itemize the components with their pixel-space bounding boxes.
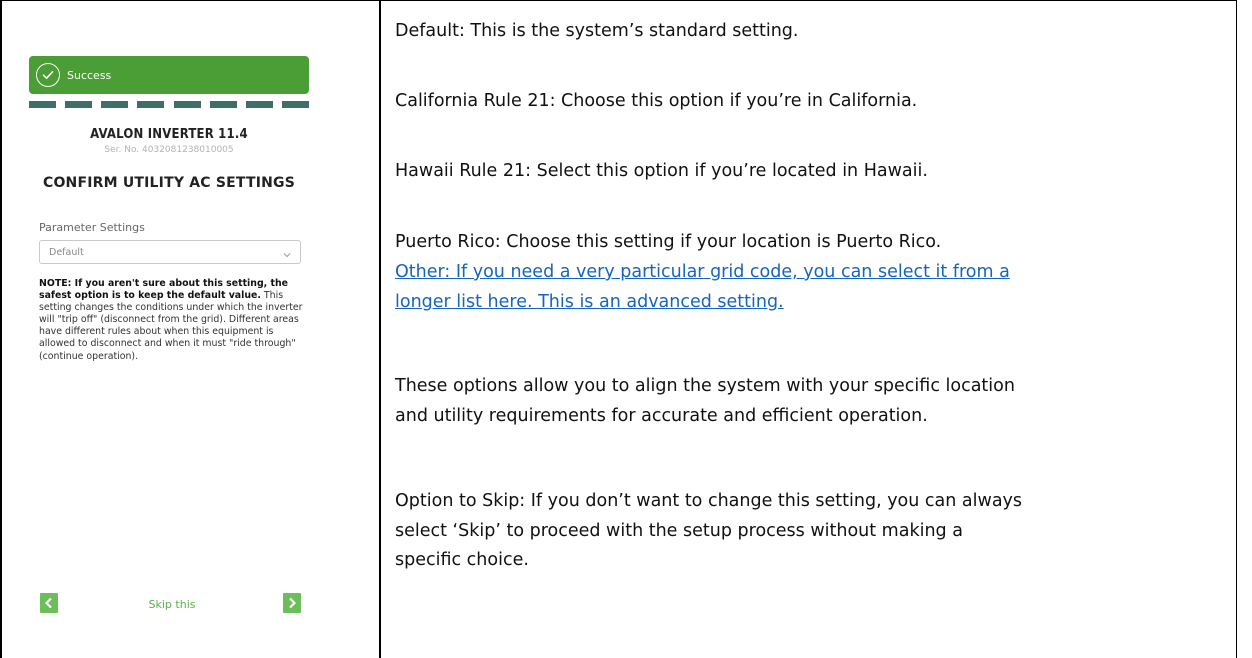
progress-dash <box>29 101 56 108</box>
check-circle-icon <box>36 63 60 87</box>
progress-dashes <box>29 101 309 109</box>
skip-description-line-1: Option to Skip: If you don’t want to cha… <box>395 491 1023 511</box>
next-button[interactable] <box>283 593 301 613</box>
skip-button[interactable]: Skip this <box>122 598 222 611</box>
default-description: Default: This is the system’s standard s… <box>395 21 799 41</box>
other-link-line-2[interactable]: longer list here. This is an advanced se… <box>395 289 784 315</box>
parameter-settings-select[interactable]: Default <box>39 240 301 264</box>
success-toast: Success <box>29 56 309 94</box>
parameter-settings-label: Parameter Settings <box>39 221 145 234</box>
app-screenshot: Success AVALON INVERTER 11.4 Ser. No. 40… <box>2 1 378 658</box>
options-description-line-2: and utility requirements for accurate an… <box>395 406 928 426</box>
serial-number: Ser. No. 4032081238010005 <box>104 145 234 155</box>
settings-note: NOTE: If you aren't sure about this sett… <box>39 278 309 363</box>
hawaii-description: Hawaii Rule 21: Select this option if yo… <box>395 161 928 181</box>
parameter-settings-value: Default <box>49 246 84 258</box>
progress-dash <box>137 101 165 108</box>
progress-dash <box>173 101 201 108</box>
progress-dash <box>209 101 237 108</box>
toast-text: Success <box>67 68 112 82</box>
california-description: California Rule 21: Choose this option i… <box>395 91 918 111</box>
puerto-rico-description: Puerto Rico: Choose this setting if your… <box>395 232 942 252</box>
progress-dash <box>101 101 129 108</box>
options-description-line-1: These options allow you to align the sys… <box>395 376 1015 396</box>
progress-dash <box>281 101 309 108</box>
chevron-right-icon <box>287 594 297 613</box>
device-name: AVALON INVERTER 11.4 <box>90 127 248 142</box>
other-link-line-1[interactable]: Other: If you need a very particular gri… <box>395 259 1010 285</box>
progress-dash <box>65 101 93 108</box>
table-border-right <box>1236 0 1237 658</box>
skip-description-line-2: select ‘Skip’ to proceed with the setup … <box>395 521 963 541</box>
screen-title: CONFIRM UTILITY AC SETTINGS <box>42 175 296 191</box>
progress-dash <box>245 101 273 108</box>
chevron-left-icon <box>44 594 54 613</box>
note-bold: NOTE: If you aren't sure about this sett… <box>39 278 288 302</box>
chevron-down-icon <box>283 243 291 262</box>
table-border-divider <box>379 0 381 658</box>
back-button[interactable] <box>40 593 58 613</box>
skip-description-line-3: specific choice. <box>395 550 529 570</box>
